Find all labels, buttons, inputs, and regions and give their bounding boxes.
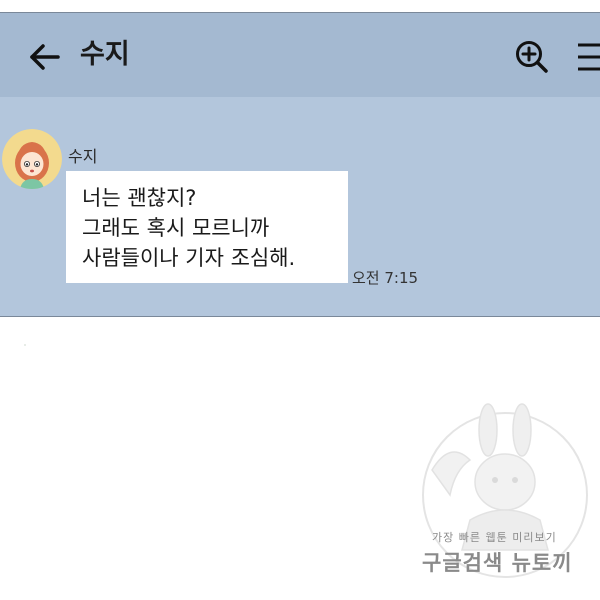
- sender-name: 수지: [68, 147, 98, 166]
- girl-avatar-icon: [2, 129, 62, 189]
- hamburger-menu-icon: [578, 43, 600, 71]
- message-timestamp: 오전 7:15: [352, 269, 419, 287]
- search-button[interactable]: [510, 35, 554, 79]
- menu-button[interactable]: [568, 35, 600, 79]
- arrow-left-icon: [30, 44, 60, 70]
- message-text-line: 사람들이나 기자 조심해.: [82, 246, 296, 270]
- back-button[interactable]: [24, 37, 64, 77]
- avatar[interactable]: [2, 129, 62, 189]
- chat-title: 수지: [80, 39, 130, 70]
- zoom-in-icon: [516, 41, 548, 73]
- message-text-line: 그래도 혹시 모르니까: [82, 216, 270, 240]
- watermark-brand: 구글검색 뉴토끼: [422, 551, 573, 575]
- chat-header: 수지: [0, 13, 600, 97]
- decorative-dot: [24, 344, 26, 346]
- chat-window: 수지 수지 너는 괜찮지? 그래도 혹시 모르니까 사람들이나 기자 조심해. …: [0, 12, 600, 317]
- watermark-tagline: 가장 빠른 웹툰 미리보기: [432, 531, 557, 544]
- message-bubble[interactable]: 너는 괜찮지? 그래도 혹시 모르니까 사람들이나 기자 조심해.: [66, 171, 348, 283]
- message-text-line: 너는 괜찮지?: [82, 186, 197, 210]
